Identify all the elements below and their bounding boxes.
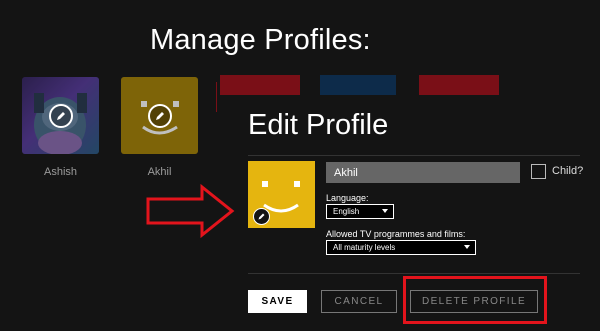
- language-label: Language:: [326, 193, 369, 203]
- maturity-value: All maturity levels: [333, 243, 396, 252]
- panel-edge: [216, 82, 217, 112]
- profile-name-akhil[interactable]: Akhil: [121, 166, 198, 178]
- cancel-button[interactable]: CANCEL: [321, 290, 397, 313]
- hidden-profile-tile: [320, 75, 396, 95]
- child-label: Child?: [552, 165, 584, 177]
- profile-name-value: Akhil: [334, 166, 358, 179]
- maturity-label: Allowed TV programmes and films:: [326, 229, 466, 239]
- language-value: English: [333, 207, 360, 216]
- chevron-down-icon: [464, 245, 470, 249]
- hidden-profile-tile: [419, 75, 499, 95]
- profile-avatar-akhil[interactable]: [121, 77, 198, 154]
- edit-profile-title: Edit Profile: [248, 109, 389, 141]
- right-arrow-annotation-icon: [146, 183, 235, 239]
- chevron-down-icon: [382, 209, 388, 213]
- pencil-icon[interactable]: [48, 103, 73, 128]
- language-select[interactable]: English: [326, 204, 394, 219]
- manage-profiles-title: Manage Profiles:: [150, 24, 371, 56]
- divider: [248, 155, 580, 156]
- save-button[interactable]: SAVE: [248, 290, 307, 313]
- pencil-icon[interactable]: [147, 103, 172, 128]
- profile-name-ashish[interactable]: Ashish: [22, 166, 99, 178]
- profile-name-input[interactable]: Akhil: [326, 162, 520, 183]
- child-checkbox[interactable]: [531, 164, 546, 179]
- annotation-highlight-box: [403, 276, 547, 324]
- profile-avatar-ashish[interactable]: [22, 77, 99, 154]
- maturity-select[interactable]: All maturity levels: [326, 240, 476, 255]
- divider: [248, 273, 580, 274]
- hidden-profile-tile: [220, 75, 300, 95]
- pencil-icon[interactable]: [253, 208, 270, 225]
